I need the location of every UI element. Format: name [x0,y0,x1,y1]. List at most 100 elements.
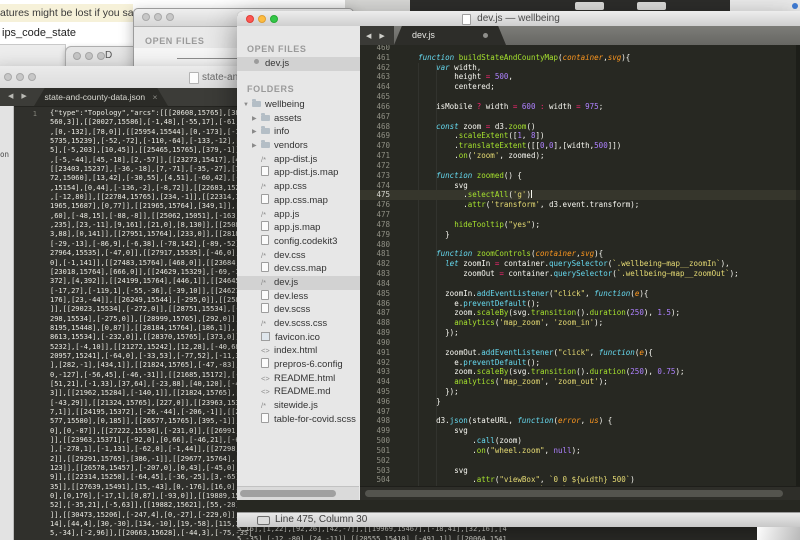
code-line-497[interactable]: 497 [360,407,800,417]
code-line-494[interactable]: 494 analytics('map_zoom', 'zoom_out'); [360,377,800,387]
code-line-499[interactable]: 499 svg [360,426,800,436]
sidebar-item-info[interactable]: ▶info [237,125,360,139]
sidebar-hscrollbar[interactable] [237,486,359,500]
code-line-471[interactable]: 471 .on('zoom', zoomed); [360,151,800,161]
code-line-484[interactable]: 484 [360,279,800,289]
json-code-area[interactable]: {"type":"Topology","arcs":[[[20608,15765… [50,109,257,539]
code-line-464[interactable]: 464 centered; [360,82,800,92]
sidebar-item-dev-css[interactable]: /*dev.css [237,249,360,263]
traffic-light-close-icon[interactable] [73,52,81,60]
tab-nav-arrows-icon[interactable]: ◀ ▶ [366,32,388,40]
traffic-light-zoom-icon[interactable] [97,52,105,60]
code-line-504[interactable]: 504 .attr("viewBox", `0 0 ${width} 500`) [360,475,800,485]
code-line-472[interactable]: 472 [360,161,800,171]
code-line-492[interactable]: 492 e.preventDefault(); [360,358,800,368]
traffic-light-close-icon[interactable] [4,73,12,81]
code-line-480[interactable]: 480 [360,240,800,250]
sidebar-item-wellbeing[interactable]: ▼wellbeing [237,98,360,112]
sidebar-item-readme-md[interactable]: <>README.md [237,385,360,399]
editor-hscrollbar[interactable] [360,486,800,500]
sidebar-item-dev-scss[interactable]: dev.scss [237,303,360,317]
code-line-500[interactable]: 500 .call(zoom) [360,436,800,446]
code-line-460[interactable]: 460 [360,45,800,53]
editor-vscrollbar[interactable] [796,45,800,487]
sidebar-item-app-dist-js-map[interactable]: app-dist.js.map [237,166,360,180]
code-line-470[interactable]: 470 .translateExtent([[0,0],[width,500]]… [360,141,800,151]
code-editor[interactable]: 460461 function buildStateAndCountyMap(c… [360,45,800,487]
code-line-483[interactable]: 483 zoomOut = container.querySelector(`.… [360,269,800,279]
editor-hscroll-thumb[interactable] [365,490,783,497]
code-line-478[interactable]: 478 hideTooltip("yes"); [360,220,800,230]
code-line-496[interactable]: 496 } [360,397,800,407]
code-line-490[interactable]: 490 [360,338,800,348]
code-line-465[interactable]: 465 [360,92,800,102]
traffic-light-minimize-icon[interactable] [16,73,24,81]
sidebar-item-app-css[interactable]: /*app.css [237,180,360,194]
disclosure-triangle-icon[interactable]: ▶ [252,140,261,154]
doc-file-icon [261,413,269,423]
code-line-503[interactable]: 503 svg [360,466,800,476]
tab-nav-arrows-icon[interactable]: ◀ ▶ [8,92,30,100]
code-line-476[interactable]: 476 .attr('transform', d3.event.transfor… [360,200,800,210]
code-line-502[interactable]: 502 [360,456,800,466]
sidebar-item-dev-js[interactable]: dev.js [237,57,360,71]
disclosure-triangle-icon[interactable]: ▼ [243,99,252,113]
disclosure-triangle-icon[interactable]: ▶ [252,126,261,140]
code-line-463[interactable]: 463 height = 500, [360,72,800,82]
background-toolbar-button[interactable] [575,2,604,10]
sidebar-item-config-codekit3[interactable]: config.codekit3 [237,235,360,249]
code-line-462[interactable]: 462 var width, [360,63,800,73]
code-line-488[interactable]: 488 analytics('map_zoom', 'zoom_in'); [360,318,800,328]
code-line-482[interactable]: 482 let zoomIn = container.querySelector… [360,259,800,269]
sidebar-item-app-dist-js[interactable]: /*app-dist.js [237,153,360,167]
sidebar-item-assets[interactable]: ▶assets [237,112,360,126]
code-line-475[interactable]: 475 .selectAll('g') [360,190,800,200]
code-line-467[interactable]: 467 [360,112,800,122]
code-line-486[interactable]: 486 e.preventDefault(); [360,299,800,309]
sidebar-item-app-css-map[interactable]: app.css.map [237,194,360,208]
sidebar-hscroll-thumb[interactable] [240,490,336,497]
code-line-501[interactable]: 501 .on("wheel.zoom", null); [360,446,800,456]
code-line-473[interactable]: 473 function zoomed() { [360,171,800,181]
code-line-469[interactable]: 469 .scaleExtent([1, 8]) [360,131,800,141]
sidebar-item-index-html[interactable]: <>index.html [237,344,360,358]
code-line-491[interactable]: 491 zoomOut.addEventListener("click", fu… [360,348,800,358]
sidebar-item-app-js-map[interactable]: app.js.map [237,221,360,235]
sidebar-item-dev-scss-css[interactable]: /*dev.scss.css [237,317,360,331]
sidebar-item-prepros-6-config[interactable]: prepros-6.config [237,358,360,372]
traffic-light-close-icon[interactable] [142,13,150,21]
sidebar-item-dev-css-map[interactable]: dev.css.map [237,262,360,276]
code-line-474[interactable]: 474 svg [360,181,800,191]
json-code-bottom[interactable]: 5,16],[1,22],[92,26],[42,-7]],[[19969,15… [237,525,749,540]
code-line-493[interactable]: 493 zoom.scaleBy(svg.transition().durati… [360,367,800,377]
window-titlebar[interactable]: dev.js — wellbeing [237,11,800,27]
sidebar-item-table-for-covid-scss[interactable]: table-for-covid.scss [237,413,360,427]
sidebar-item-app-js[interactable]: /*app.js [237,208,360,222]
sidebar-item-sitewide-js[interactable]: /*sitewide.js [237,399,360,413]
code-line-479[interactable]: 479 } [360,230,800,240]
traffic-light-minimize-icon[interactable] [85,52,93,60]
sidebar-item-readme-html[interactable]: <>README.html [237,372,360,386]
disclosure-triangle-icon[interactable]: ▶ [252,113,261,127]
code-line-498[interactable]: 498 d3.json(stateURL, function(error, us… [360,416,800,426]
sidebar-item-favicon-ico[interactable]: favicon.ico [237,331,360,345]
tab-state-and-county-data[interactable]: state-and-county-data.json × [34,88,168,106]
code-line-468[interactable]: 468 const zoom = d3.zoom() [360,122,800,132]
traffic-light-minimize-icon[interactable] [154,13,162,21]
code-line-466[interactable]: 466 isMobile ? width = 600 : width = 975… [360,102,800,112]
code-line-495[interactable]: 495 }); [360,387,800,397]
code-line-489[interactable]: 489 }); [360,328,800,338]
sidebar-item-vendors[interactable]: ▶vendors [237,139,360,153]
code-line-477[interactable]: 477 [360,210,800,220]
sidebar-item-dev-js[interactable]: /*dev.js [237,276,360,290]
code-line-487[interactable]: 487 zoom.scaleBy(svg.transition().durati… [360,308,800,318]
traffic-light-zoom-icon[interactable] [166,13,174,21]
tab-devjs[interactable]: dev.js [394,26,506,45]
code-line-485[interactable]: 485 zoomIn.addEventListener("click", fun… [360,289,800,299]
tab-close-icon[interactable]: × [153,92,158,102]
code-line-461[interactable]: 461 function buildStateAndCountyMap(cont… [360,53,800,63]
background-toolbar-button[interactable] [637,2,666,10]
traffic-light-zoom-icon[interactable] [28,73,36,81]
sidebar-item-dev-less[interactable]: dev.less [237,290,360,304]
code-line-481[interactable]: 481 function zoomControls(container,svg)… [360,249,800,259]
